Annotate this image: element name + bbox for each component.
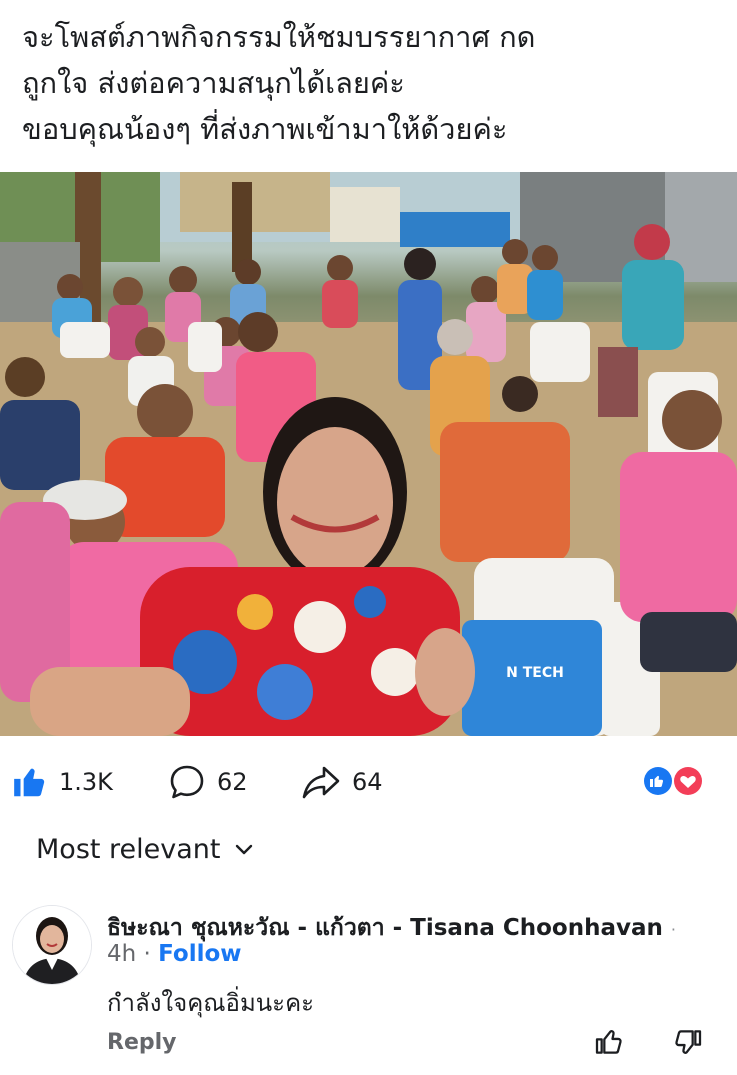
comment-time[interactable]: 4h [107,941,136,967]
downvote-button[interactable] [672,1026,704,1062]
share-arrow-icon [302,766,340,799]
share-count: 64 [352,768,383,796]
comment-button[interactable]: 62 [167,760,248,804]
like-reaction-icon [642,765,674,797]
upvote-button[interactable] [593,1026,625,1062]
chevron-down-icon [235,844,252,854]
engagement-bar: 1.3K 62 64 [0,760,737,804]
author-separator: · [670,920,676,939]
thumbs-up-icon [14,768,45,797]
comment-count: 62 [217,768,248,796]
thumbs-up-outline-icon [595,1030,622,1054]
comment-meta: 4h · Follow [107,941,242,967]
like-count: 1.3K [59,768,113,796]
comment-sort-dropdown[interactable]: Most relevant [36,834,253,865]
comment-text: กำลังใจคุณอิ่มนะคะ [107,989,315,1017]
bag-print-text: N TECH [506,665,564,681]
like-button[interactable]: 1.3K [11,760,113,804]
post-photo[interactable]: N TECH [0,172,737,736]
reaction-summary[interactable] [640,763,710,799]
comment-bubble-icon [170,765,204,799]
thumbs-down-outline-icon [675,1030,702,1054]
post-caption: จะโพสต์ภาพกิจกรรมให้ชมบรรยากาศ กด ถูกใจ … [22,20,536,146]
sort-label: Most relevant [36,834,221,865]
love-reaction-icon [672,765,704,797]
meta-dot: · [143,941,151,967]
reply-button[interactable]: Reply [107,1030,177,1055]
share-button[interactable]: 64 [300,760,383,804]
avatar[interactable] [12,905,92,985]
comment-author-name[interactable]: ธิษะณา ชุณหะวัณ - แก้วตา - Tisana Choonh… [107,915,663,941]
follow-button[interactable]: Follow [158,941,241,967]
